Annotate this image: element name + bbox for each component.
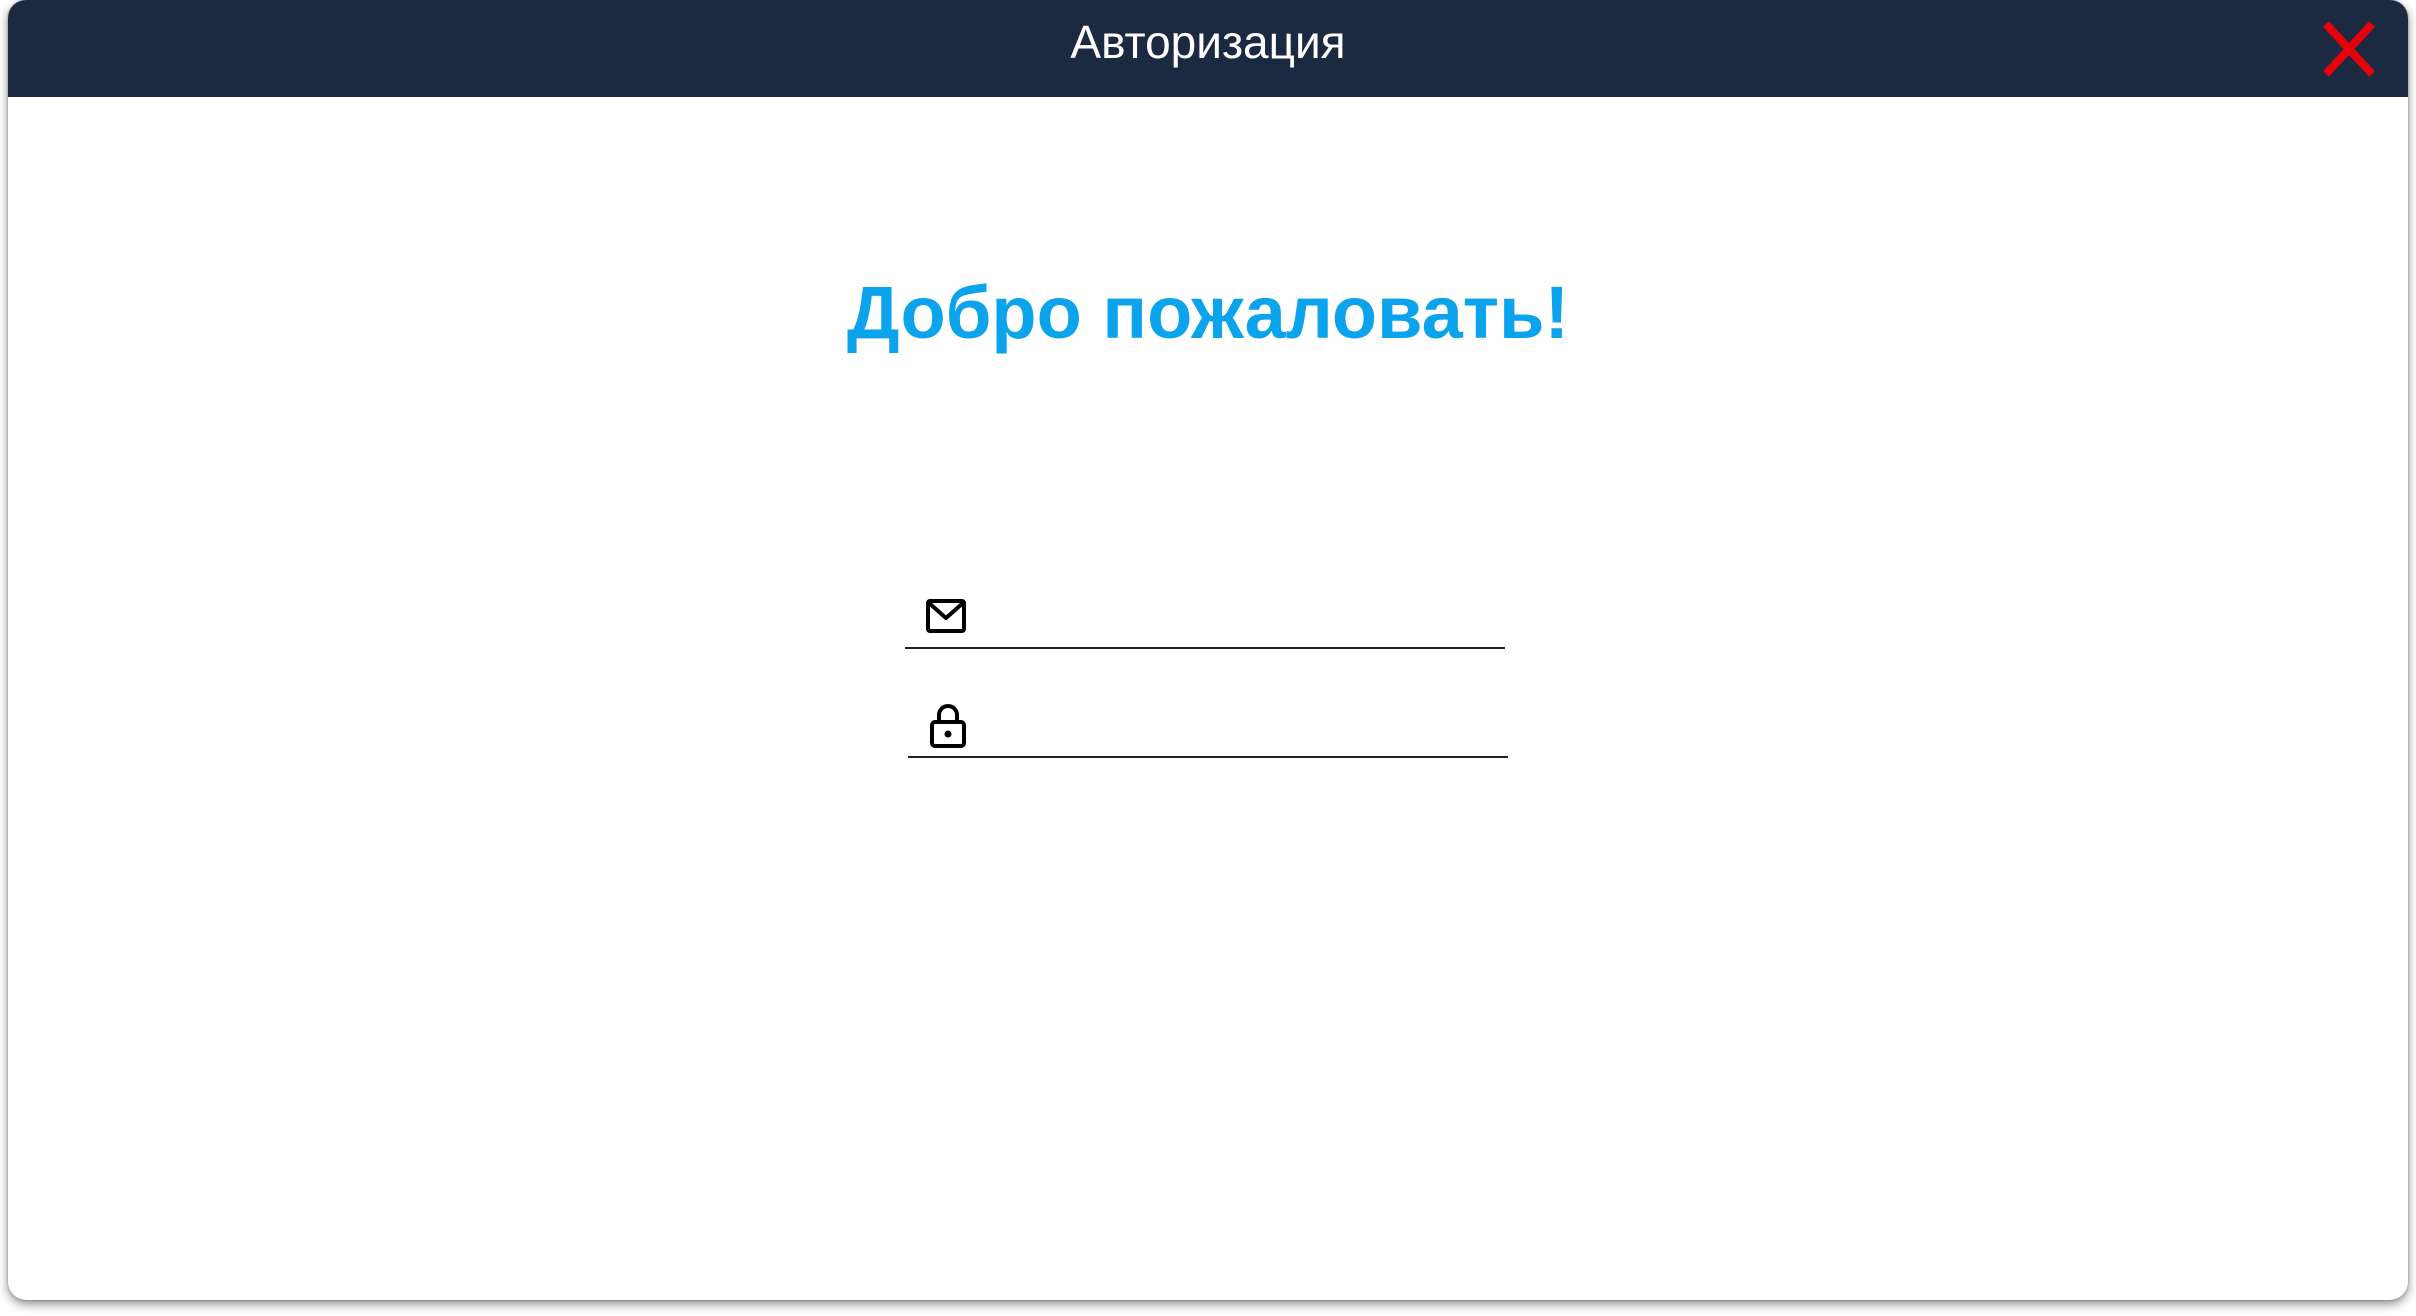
mail-icon — [921, 591, 969, 641]
password-input[interactable] — [988, 704, 1498, 748]
title-bar: Авторизация — [8, 0, 2408, 97]
password-field[interactable] — [908, 696, 1508, 758]
close-icon — [2323, 21, 2375, 77]
window-title: Авторизация — [1070, 16, 1346, 68]
auth-window: Авторизация Добро пожаловать! — [8, 0, 2408, 1300]
email-input[interactable] — [985, 595, 1495, 639]
close-button[interactable] — [2316, 16, 2382, 82]
lock-icon — [924, 700, 972, 750]
welcome-heading: Добро пожаловать! — [846, 271, 1570, 354]
email-field[interactable] — [905, 587, 1505, 649]
